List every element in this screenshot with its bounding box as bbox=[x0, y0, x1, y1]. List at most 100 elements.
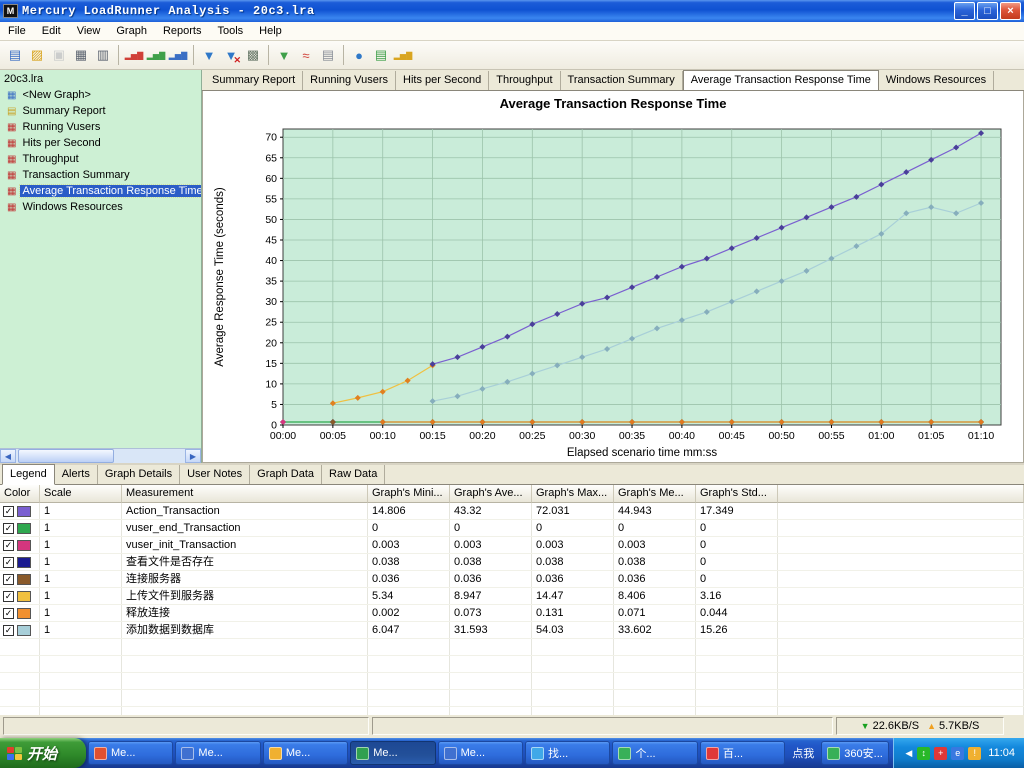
tree-item-windows-resources[interactable]: ▦Windows Resources bbox=[0, 199, 201, 215]
legend-filler-cell bbox=[778, 588, 1024, 604]
taskbar-button-1[interactable]: Me... bbox=[175, 741, 260, 765]
column-header-graph-s-me[interactable]: Graph's Me... bbox=[614, 485, 696, 503]
tree-item-hits-per-second[interactable]: ▦Hits per Second bbox=[0, 135, 201, 151]
merge-graphs-icon[interactable]: ▂▅▇ bbox=[145, 44, 167, 66]
menu-item-reports[interactable]: Reports bbox=[155, 23, 210, 39]
cross-with-result-icon[interactable]: ▂▅▇ bbox=[167, 44, 189, 66]
taskbar-button-0[interactable]: Me... bbox=[88, 741, 173, 765]
menu-item-graph[interactable]: Graph bbox=[108, 23, 155, 39]
drill-down-icon[interactable]: ▼ bbox=[273, 44, 295, 66]
taskbar-button-7[interactable]: 百... bbox=[700, 741, 785, 765]
tab-throughput[interactable]: Throughput bbox=[489, 71, 560, 90]
set-filter-icon[interactable]: ▼ bbox=[198, 44, 220, 66]
column-header-graph-s-max[interactable]: Graph's Max... bbox=[532, 485, 614, 503]
column-header-graph-s-mini[interactable]: Graph's Mini... bbox=[368, 485, 450, 503]
taskbar-button-4[interactable]: Me... bbox=[438, 741, 523, 765]
hidden-icons-chevron[interactable]: ◀ bbox=[904, 747, 913, 760]
taskbar-button-2[interactable]: Me... bbox=[263, 741, 348, 765]
column-header-graph-s-ave[interactable]: Graph's Ave... bbox=[450, 485, 532, 503]
bottom-tab-raw-data[interactable]: Raw Data bbox=[322, 465, 385, 484]
summary-report-toolbar-icon[interactable]: ▤ bbox=[370, 44, 392, 66]
chart-title: Average Transaction Response Time bbox=[203, 91, 1023, 113]
graph-tabbar: Summary ReportRunning VusersHits per Sec… bbox=[202, 70, 1024, 91]
scrollbar-track[interactable] bbox=[16, 449, 185, 463]
legend-value-cell: 0.036 bbox=[450, 571, 532, 587]
save-icon[interactable]: ▣ bbox=[48, 44, 70, 66]
maximize-button[interactable]: □ bbox=[977, 2, 998, 20]
tree-horizontal-scrollbar[interactable]: ◀ ▶ bbox=[0, 448, 201, 463]
legend-value-cell bbox=[368, 707, 450, 715]
legend-empty-row bbox=[0, 673, 1024, 690]
column-header-measurement[interactable]: Measurement bbox=[122, 485, 368, 503]
taskbar-button-360-security[interactable]: 360安... bbox=[821, 741, 889, 765]
print-preview-icon[interactable]: ▥ bbox=[92, 44, 114, 66]
tab-transaction-summary[interactable]: Transaction Summary bbox=[561, 71, 683, 90]
legend-filler-cell bbox=[778, 554, 1024, 570]
series-visible-checkbox[interactable]: ✓ bbox=[3, 523, 14, 534]
tab-running-vusers[interactable]: Running Vusers bbox=[303, 71, 396, 90]
security-tray-icon[interactable]: + bbox=[934, 747, 947, 760]
network-activity-tray-icon[interactable]: ↕ bbox=[917, 747, 930, 760]
sla-report-icon[interactable]: ▂▅▇ bbox=[392, 44, 414, 66]
auto-correlate-icon[interactable]: ≈ bbox=[295, 44, 317, 66]
add-new-graph-icon[interactable]: ▂▅▇ bbox=[123, 44, 145, 66]
legend-value-cell: 5.34 bbox=[368, 588, 450, 604]
print-icon[interactable]: ▦ bbox=[70, 44, 92, 66]
tab-average-transaction-response-time[interactable]: Average Transaction Response Time bbox=[683, 70, 879, 91]
tree-root-session[interactable]: 20c3.lra bbox=[0, 70, 201, 87]
open-file-icon[interactable]: ▨ bbox=[26, 44, 48, 66]
scroll-right-arrow-icon[interactable]: ▶ bbox=[185, 449, 201, 463]
tab-summary-report[interactable]: Summary Report bbox=[205, 71, 303, 90]
scrollbar-thumb[interactable] bbox=[18, 449, 114, 463]
tab-windows-resources[interactable]: Windows Resources bbox=[879, 71, 994, 90]
floating-ad-label[interactable]: 点我 bbox=[787, 745, 819, 761]
series-visible-checkbox[interactable]: ✓ bbox=[3, 506, 14, 517]
taskbar-button-5[interactable]: 找... bbox=[525, 741, 610, 765]
taskbar: 开始 Me...Me...Me...Me...Me...找...个...百...… bbox=[0, 738, 1024, 768]
alert-tray-icon[interactable]: ! bbox=[968, 747, 981, 760]
bottom-tab-legend[interactable]: Legend bbox=[2, 464, 55, 485]
column-header-scale[interactable]: Scale bbox=[40, 485, 122, 503]
menu-item-help[interactable]: Help bbox=[251, 23, 290, 39]
set-granularity-icon[interactable]: ▩ bbox=[242, 44, 264, 66]
series-visible-checkbox[interactable]: ✓ bbox=[3, 574, 14, 585]
taskbar-button-3[interactable]: Me... bbox=[350, 741, 435, 765]
series-visible-checkbox[interactable]: ✓ bbox=[3, 557, 14, 568]
legend-value-cell bbox=[696, 690, 778, 706]
html-report-icon[interactable]: ● bbox=[348, 44, 370, 66]
tree-item-summary-report[interactable]: ▤Summary Report bbox=[0, 103, 201, 119]
series-color-swatch bbox=[17, 523, 31, 534]
close-button[interactable]: × bbox=[1000, 2, 1021, 20]
bottom-tab-graph-data[interactable]: Graph Data bbox=[250, 465, 322, 484]
series-visible-checkbox[interactable]: ✓ bbox=[3, 540, 14, 551]
taskbar-button-6[interactable]: 个... bbox=[612, 741, 697, 765]
open-session-icon[interactable]: ▤ bbox=[4, 44, 26, 66]
tree-item-transaction-summary[interactable]: ▦Transaction Summary bbox=[0, 167, 201, 183]
tree-item-throughput[interactable]: ▦Throughput bbox=[0, 151, 201, 167]
series-visible-checkbox[interactable]: ✓ bbox=[3, 608, 14, 619]
tab-hits-per-second[interactable]: Hits per Second bbox=[396, 71, 489, 90]
series-visible-checkbox[interactable]: ✓ bbox=[3, 625, 14, 636]
column-header-color[interactable]: Color bbox=[0, 485, 40, 503]
column-header-graph-s-std[interactable]: Graph's Std... bbox=[696, 485, 778, 503]
menu-item-view[interactable]: View bbox=[69, 23, 109, 39]
legend-measurement-cell: Action_Transaction bbox=[122, 503, 368, 519]
clear-filter-icon[interactable]: ▼✕ bbox=[220, 44, 242, 66]
bottom-tab-graph-details[interactable]: Graph Details bbox=[98, 465, 180, 484]
menu-item-tools[interactable]: Tools bbox=[209, 23, 251, 39]
tree-item-average-transaction-response-time[interactable]: ▦Average Transaction Response Time bbox=[0, 183, 201, 199]
minimize-button[interactable]: _ bbox=[954, 2, 975, 20]
browser-tray-icon[interactable]: e bbox=[951, 747, 964, 760]
scroll-left-arrow-icon[interactable]: ◀ bbox=[0, 449, 16, 463]
bottom-tab-alerts[interactable]: Alerts bbox=[55, 465, 98, 484]
start-button[interactable]: 开始 bbox=[0, 738, 86, 768]
bottom-tab-user-notes[interactable]: User Notes bbox=[180, 465, 250, 484]
series-visible-checkbox[interactable]: ✓ bbox=[3, 591, 14, 602]
menu-item-file[interactable]: File bbox=[0, 23, 34, 39]
tree-item-new-graph[interactable]: ▦<New Graph> bbox=[0, 87, 201, 103]
flag-square bbox=[15, 754, 22, 760]
menu-item-edit[interactable]: Edit bbox=[34, 23, 69, 39]
tree-item-running-vusers[interactable]: ▦Running Vusers bbox=[0, 119, 201, 135]
legend-value-cell: 0.003 bbox=[614, 537, 696, 553]
view-report-icon[interactable]: ▤ bbox=[317, 44, 339, 66]
